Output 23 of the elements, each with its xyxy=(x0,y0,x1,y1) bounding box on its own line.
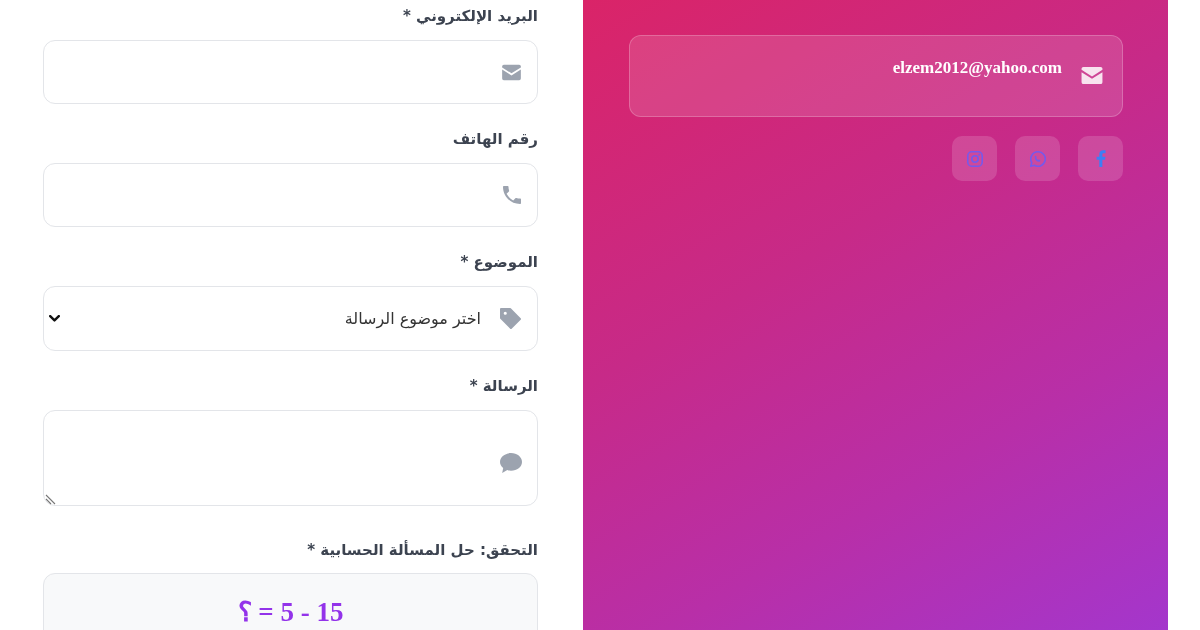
field-label: رقم الهاتف xyxy=(451,129,538,150)
field-label: الموضوع * xyxy=(459,252,538,273)
field-label: الرسالة * xyxy=(468,376,538,397)
email-field[interactable] xyxy=(43,40,538,104)
social-button[interactable] xyxy=(1015,136,1060,181)
letter-f-icon xyxy=(1095,150,1106,167)
phone-icon xyxy=(502,185,522,205)
speech-bubble-icon xyxy=(500,453,522,473)
math-question: 15 - 5 = ؟ xyxy=(237,596,344,628)
envelope-icon xyxy=(1080,66,1104,85)
chevron-down-icon xyxy=(49,315,60,322)
email-address: elzem2012@yahoo.com xyxy=(892,58,1062,78)
phone-field[interactable] xyxy=(43,163,538,227)
social-button[interactable] xyxy=(1078,136,1123,181)
envelope-icon xyxy=(501,64,522,81)
resize-grip-icon xyxy=(45,494,56,505)
social-button[interactable] xyxy=(952,136,997,181)
field-label: البريد الإلكتروني * xyxy=(401,6,538,27)
tag-icon xyxy=(500,308,521,329)
field-label: التحقق: حل المسألة الحسابية * xyxy=(306,539,538,561)
message-field[interactable] xyxy=(43,410,538,506)
subject-dropdown[interactable]: اختر موضوع الرسالة xyxy=(43,286,538,351)
camera-icon xyxy=(966,150,983,167)
